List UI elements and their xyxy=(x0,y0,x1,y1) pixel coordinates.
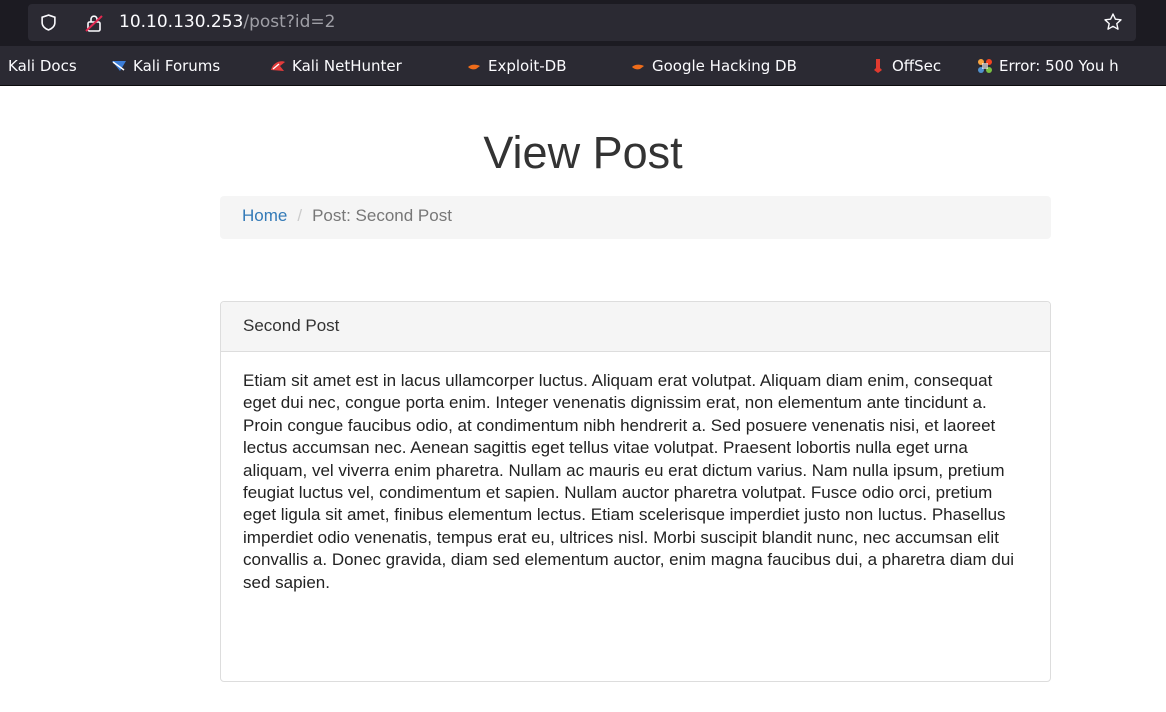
post-body: Etiam sit amet est in lacus ullamcorper … xyxy=(243,371,1015,592)
bookmark-kali-forums[interactable]: Kali Forums xyxy=(111,56,220,76)
page-title: View Post xyxy=(483,127,683,178)
bookmark-label: Exploit-DB xyxy=(488,57,567,75)
breadcrumb-home-link[interactable]: Home xyxy=(242,206,287,225)
bookmark-exploit-db[interactable]: Exploit-DB xyxy=(466,56,567,76)
bookmarks-bar: Kali Docs Kali Forums Kali NetHunter Exp… xyxy=(0,46,1166,86)
bookmark-label: Kali NetHunter xyxy=(292,57,402,75)
bookmark-label: Google Hacking DB xyxy=(652,57,797,75)
bookmark-label: Kali Forums xyxy=(133,57,221,75)
bookmark-label: Error: 500 You h xyxy=(999,57,1119,75)
kali-forums-icon xyxy=(112,61,126,71)
bookmark-google-hacking-db[interactable]: Google Hacking DB xyxy=(630,56,797,76)
offsec-icon xyxy=(874,59,882,73)
breadcrumb-current: Post: Second Post xyxy=(312,206,452,225)
joomla-icon xyxy=(978,59,992,73)
insecure-lock-icon[interactable] xyxy=(84,13,104,33)
url-path: /post?id=2 xyxy=(243,12,336,32)
tracking-protection-shield-icon[interactable] xyxy=(40,14,57,31)
url-host: 10.10.130.253 xyxy=(119,12,244,32)
url-text[interactable]: 10.10.130.253/post?id=2 xyxy=(119,12,335,33)
browser-toolbar: 10.10.130.253/post?id=2 xyxy=(0,0,1166,46)
bookmark-label: OffSec xyxy=(892,57,942,75)
address-bar[interactable]: 10.10.130.253/post?id=2 xyxy=(28,4,1136,41)
google-hacking-db-icon xyxy=(632,64,644,70)
breadcrumb-separator: / xyxy=(297,206,303,225)
breadcrumb: Home / Post: Second Post xyxy=(220,196,1051,239)
exploit-db-icon xyxy=(468,64,480,70)
kali-nethunter-icon xyxy=(271,61,285,71)
bookmark-error-500[interactable]: Error: 500 You h xyxy=(977,56,1119,76)
bookmark-kali-nethunter[interactable]: Kali NetHunter xyxy=(270,56,402,76)
post-panel: Second Post Etiam sit amet est in lacus … xyxy=(220,301,1051,682)
bookmark-star-icon[interactable] xyxy=(1103,12,1123,32)
bookmark-kali-docs[interactable]: Kali Docs xyxy=(8,56,77,76)
post-title: Second Post xyxy=(221,302,1050,352)
bookmark-label: Kali Docs xyxy=(8,57,77,75)
bookmark-offsec[interactable]: OffSec xyxy=(870,56,941,76)
